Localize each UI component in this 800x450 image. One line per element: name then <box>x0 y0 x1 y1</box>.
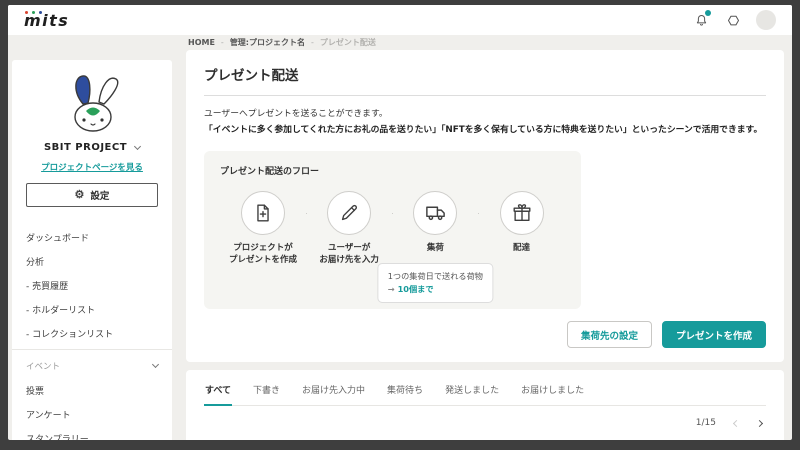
next-page-button[interactable] <box>757 421 762 426</box>
sidebar-item-survey[interactable]: アンケート <box>12 402 172 426</box>
tab-delivered[interactable]: お届けしました <box>520 374 585 406</box>
screenshot-frame: mits <box>0 0 800 450</box>
tab-shipped[interactable]: 発送しました <box>444 374 500 406</box>
logo-dot-green <box>32 11 35 14</box>
project-name: SBIT PROJECT <box>44 142 127 153</box>
settings-button[interactable]: ⚙ 設定 <box>26 183 158 207</box>
logo-dot-blue <box>39 11 42 14</box>
gift-icon <box>500 191 544 235</box>
tab-draft[interactable]: 下書き <box>252 374 281 406</box>
delivery-flow-box: プレゼント配送のフロー <box>204 151 581 310</box>
sidebar-item-collection-list[interactable]: - コレクションリスト <box>12 321 172 345</box>
pencil-icon <box>327 191 371 235</box>
create-present-button[interactable]: プレゼントを作成 <box>662 321 766 348</box>
flow-step-label: プロジェクトが プレゼントを作成 <box>229 242 297 268</box>
content-area: SBIT PROJECT プロジェクトページを見る ⚙ 設定 ダッシュボード 分… <box>8 35 792 440</box>
page-title: プレゼント配送 <box>204 64 766 96</box>
arrow-icon: → <box>388 284 395 294</box>
sidebar-section-event[interactable]: イベント <box>12 354 172 378</box>
tooltip-line-2: →10個まで <box>388 283 483 296</box>
gear-icon: ⚙ <box>75 190 85 201</box>
flow-steps: プロジェクトが プレゼントを作成 <box>220 191 565 268</box>
action-buttons: 集荷先の設定 プレゼントを作成 <box>204 321 766 348</box>
page-description: ユーザーへプレゼントを送ることができます。 「イベントに多く参加してくれた方にお… <box>204 107 766 139</box>
breadcrumb-separator: - <box>311 38 314 47</box>
project-mascot <box>12 60 172 136</box>
sidebar: SBIT PROJECT プロジェクトページを見る ⚙ 設定 ダッシュボード 分… <box>12 60 172 440</box>
present-list-panel: すべて 下書き お届け先入力中 集荷待ち 発送しました お届けしました 1/15 <box>186 370 784 440</box>
sidebar-item-trade-history[interactable]: - 売買履歴 <box>12 273 172 297</box>
flow-step-label: ユーザーが お届け先を入力 <box>319 242 379 268</box>
pickup-settings-button[interactable]: 集荷先の設定 <box>567 321 652 348</box>
tab-entering-address[interactable]: お届け先入力中 <box>301 374 366 406</box>
tooltip-line-1: 1つの集荷日で送れる荷物 <box>388 270 483 283</box>
sidebar-menu: ダッシュボード 分析 - 売買履歴 - ホルダーリスト - コレクションリスト … <box>12 217 172 440</box>
tab-awaiting-pickup[interactable]: 集荷待ち <box>386 374 424 406</box>
logo-dot-red <box>25 11 28 14</box>
breadcrumb: HOME - 管理:プロジェクト名 - プレゼント配送 <box>186 35 784 50</box>
logo-text: mits <box>24 11 69 30</box>
notification-dot <box>705 10 711 16</box>
top-header-bar: mits <box>8 5 792 35</box>
flow-step-address: ユーザーが お届け先を入力 <box>306 191 392 268</box>
tab-all[interactable]: すべて <box>204 374 232 406</box>
app-window: mits <box>8 5 792 440</box>
breadcrumb-current: プレゼント配送 <box>320 37 376 48</box>
page-indicator: 1/15 <box>696 418 716 428</box>
chevron-down-icon <box>152 361 159 368</box>
project-page-link[interactable]: プロジェクトページを見る <box>12 155 172 179</box>
sidebar-item-dashboard[interactable]: ダッシュボード <box>12 225 172 249</box>
flow-step-label: 配達 <box>513 242 530 255</box>
sidebar-item-analytics[interactable]: 分析 <box>12 249 172 273</box>
flow-title: プレゼント配送のフロー <box>220 164 565 177</box>
flow-step-label: 集荷 <box>427 242 444 255</box>
breadcrumb-home[interactable]: HOME <box>188 38 215 47</box>
description-line-2: 「イベントに多く参加してくれた方にお礼の品を送りたい」「NFTを多く保有している… <box>204 123 766 139</box>
sidebar-item-holder-list[interactable]: - ホルダーリスト <box>12 297 172 321</box>
settings-label: 設定 <box>90 188 109 202</box>
main-column: HOME - 管理:プロジェクト名 - プレゼント配送 プレゼント配送 ユーザー… <box>186 35 788 440</box>
truck-icon <box>413 191 457 235</box>
breadcrumb-project[interactable]: 管理:プロジェクト名 <box>230 37 305 48</box>
divider <box>12 349 172 350</box>
present-delivery-panel: プレゼント配送 ユーザーへプレゼントを送ることができます。 「イベントに多く参加… <box>186 50 784 362</box>
hexagon-icon[interactable] <box>724 11 742 29</box>
flow-step-pickup: 集荷 1つの集荷日で送れる荷物 →10個まで <box>392 191 478 255</box>
breadcrumb-separator: - <box>221 38 224 47</box>
pickup-limit-tooltip: 1つの集荷日で送れる荷物 →10個まで <box>378 263 493 303</box>
sidebar-item-vote[interactable]: 投票 <box>12 378 172 402</box>
user-avatar[interactable] <box>756 10 776 30</box>
mits-logo[interactable]: mits <box>24 11 69 30</box>
sidebar-item-stamp-rally[interactable]: スタンプラリー <box>12 426 172 440</box>
bell-icon[interactable] <box>692 11 710 29</box>
project-selector[interactable]: SBIT PROJECT <box>12 136 172 155</box>
prev-page-button[interactable] <box>734 421 739 426</box>
flow-step-create: プロジェクトが プレゼントを作成 <box>220 191 306 268</box>
section-event-label: イベント <box>26 360 60 372</box>
flow-step-delivery: 配達 <box>479 191 565 255</box>
chevron-down-icon <box>134 142 141 149</box>
description-line-1: ユーザーへプレゼントを送ることができます。 <box>204 107 766 123</box>
header-actions <box>692 10 776 30</box>
pagination: 1/15 <box>204 406 766 440</box>
document-plus-icon <box>241 191 285 235</box>
status-tabs: すべて 下書き お届け先入力中 集荷待ち 発送しました お届けしました <box>204 374 766 406</box>
